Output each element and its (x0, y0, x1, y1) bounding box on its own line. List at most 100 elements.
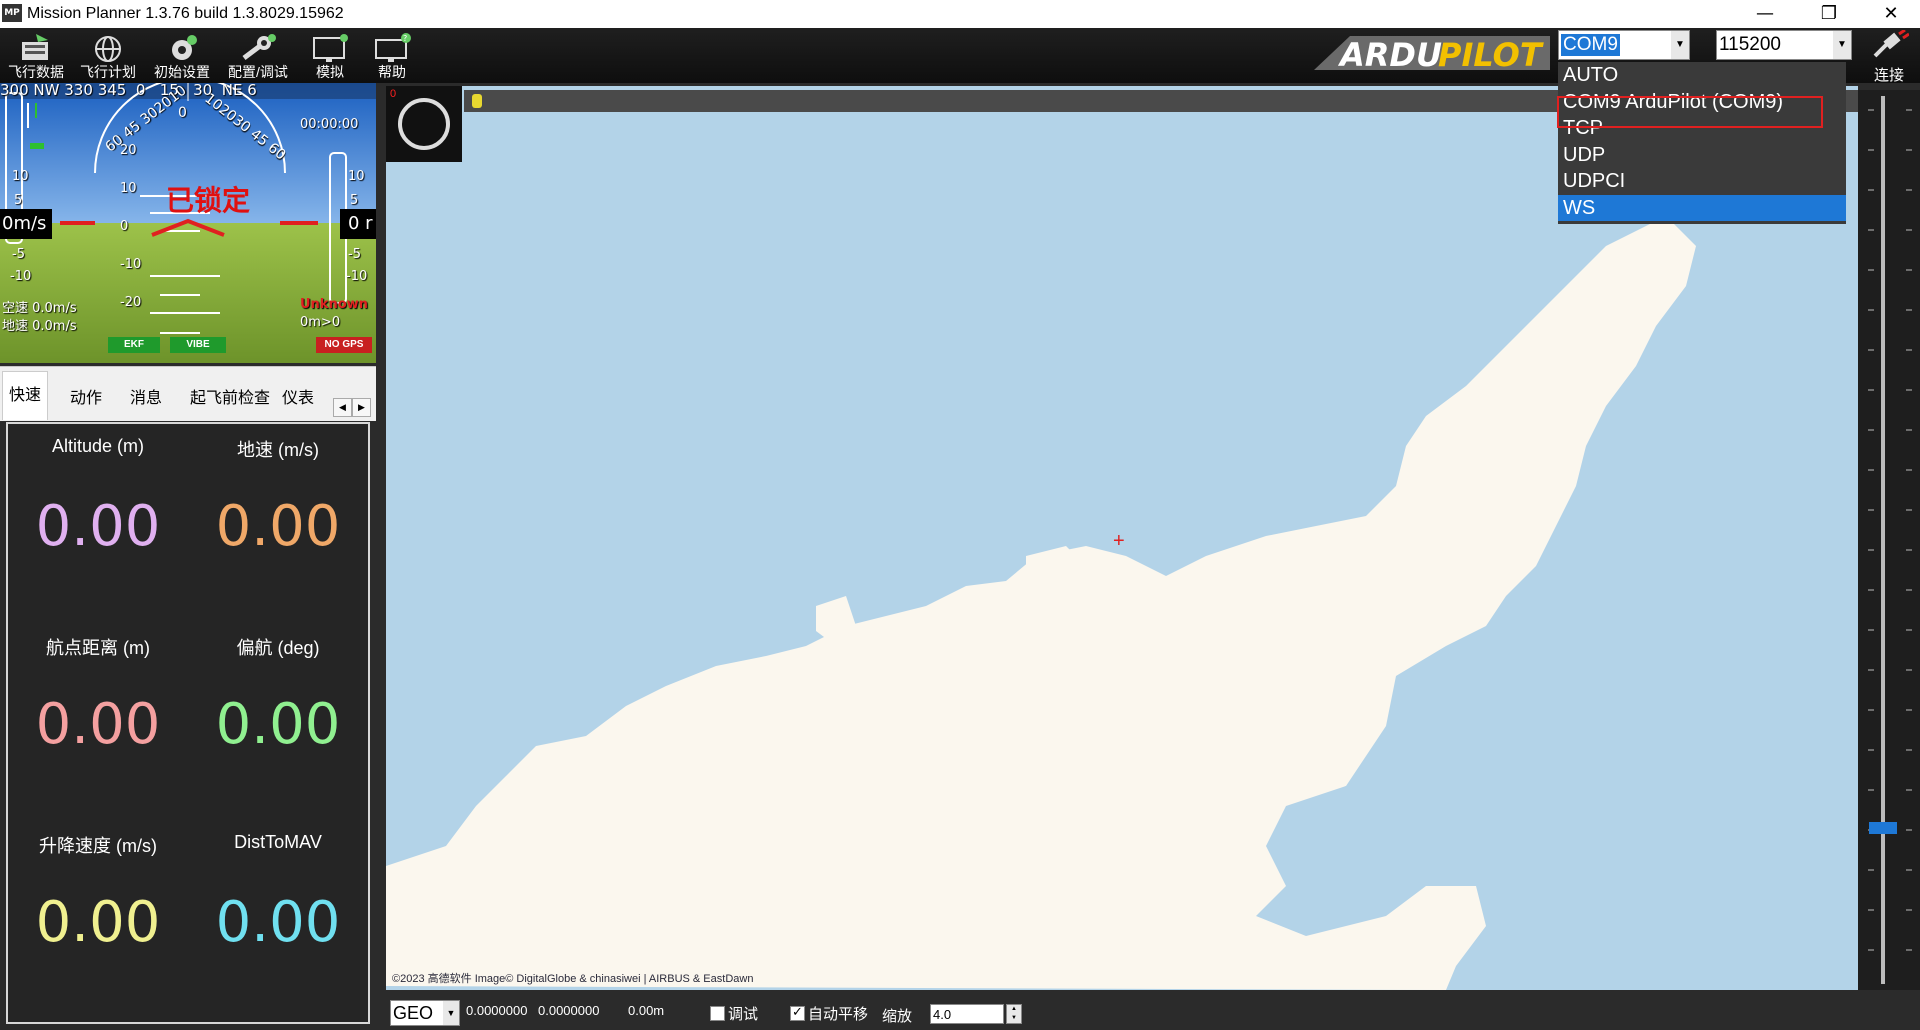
auto-pan-label: 自动平移 (808, 1006, 869, 1023)
slider-knob[interactable] (472, 94, 482, 108)
quick-item-dist-to-mav[interactable]: DistToMAV 0.00 (188, 832, 368, 955)
latitude-readout: 0.0000000 (466, 1003, 528, 1018)
zoom-slider-thumb[interactable] (1869, 822, 1897, 834)
port-option-com9[interactable]: COM9 ArduPilot (COM9) (1558, 89, 1846, 116)
simulation-button[interactable]: 模拟 (298, 30, 362, 82)
pitch-label-0: 0 (120, 219, 129, 234)
ekf-badge[interactable]: EKF (108, 337, 160, 353)
help-button[interactable]: ? 帮助 (360, 30, 424, 82)
initial-setup-icon (172, 35, 197, 60)
flight-data-icon (22, 34, 48, 60)
help-label: 帮助 (378, 64, 406, 80)
pitch-label-minus20: -20 (120, 295, 142, 310)
flight-data-button[interactable]: 飞行数据 (4, 30, 68, 82)
quick-item-climb-rate[interactable]: 升降速度 (m/s) 0.00 (8, 832, 188, 955)
port-option-udpci[interactable]: UDPCI (1558, 168, 1846, 195)
vibe-badge[interactable]: VIBE (170, 337, 226, 353)
port-option-tcp[interactable]: TCP (1558, 115, 1846, 142)
hud-distance: 0m>0 (300, 315, 341, 330)
map-crosshair: + (1113, 530, 1125, 552)
help-icon: ? (375, 33, 411, 62)
title-bar: MP Mission Planner 1.3.76 build 1.3.8029… (0, 0, 1920, 28)
app-icon: MP (2, 4, 22, 22)
longitude-readout: 0.0000000 (538, 1003, 600, 1018)
map-status-bar: GEO ▼ 0.0000000 0.0000000 0.00m 调试 自动平移 … (386, 994, 1920, 1030)
quick-value: 0.00 (215, 890, 341, 955)
compass-widget: 0 (386, 86, 462, 162)
tab-actions[interactable]: 动作 (64, 379, 108, 419)
chevron-down-icon[interactable]: ▼ (1833, 31, 1851, 59)
port-dropdown-list: AUTO COM9 ArduPilot (COM9) TCP UDP UDPCI… (1558, 62, 1846, 224)
ardupilot-logo: ARDU PILOT (1314, 36, 1550, 74)
hud-speed-readout: 0m/s (2, 213, 47, 234)
svg-text:?: ? (403, 34, 407, 43)
map-copyright: ©2023 高德软件 Image© DigitalGlobe & chinasi… (392, 973, 754, 985)
pitch-label-20: 20 (120, 143, 137, 158)
initial-setup-button[interactable]: 初始设置 (150, 30, 214, 82)
quick-item-altitude[interactable]: Altitude (m) 0.00 (8, 436, 188, 559)
coord-system-select[interactable]: GEO ▼ (390, 1000, 460, 1026)
chevron-right-icon[interactable]: ▶ (352, 398, 371, 417)
svg-text:ARDU: ARDU (1337, 36, 1442, 74)
pitch-label-minus10: -10 (120, 257, 142, 272)
chevron-down-icon[interactable]: ▼ (443, 1001, 459, 1025)
quick-value: 0.00 (35, 692, 161, 757)
tab-preflight[interactable]: 起飞前检查 (184, 379, 276, 419)
compass-ring-icon (398, 98, 450, 150)
quick-item-wp-distance[interactable]: 航点距离 (m) 0.00 (8, 634, 188, 757)
quick-label: DistToMAV (234, 832, 322, 852)
altitude-readout: 0.00m (628, 1003, 665, 1018)
quick-value: 0.00 (215, 494, 341, 559)
quick-label: 偏航 (deg) (236, 638, 320, 658)
debug-checkbox[interactable] (710, 1006, 725, 1021)
zoom-input[interactable] (930, 1004, 1004, 1024)
hud-mode: Unknown (300, 297, 368, 312)
alt-scale-5: 5 (350, 193, 359, 208)
connect-plug-icon (1873, 28, 1910, 58)
tab-quick[interactable]: 快速 (2, 371, 49, 420)
compass-zero: 0 (390, 88, 397, 100)
quick-label: 升降速度 (m/s) (39, 836, 157, 856)
chevron-down-icon[interactable]: ▼ (1671, 31, 1689, 59)
config-tuning-icon (242, 34, 276, 60)
connect-button[interactable]: 连接 (1860, 28, 1918, 84)
flight-plan-icon (95, 36, 121, 62)
svg-text:PILOT: PILOT (1438, 36, 1544, 74)
hud-groundspeed: 地速 0.0m/s (2, 319, 77, 334)
quick-item-groundspeed[interactable]: 地速 (m/s) 0.00 (188, 436, 368, 559)
chevron-left-icon[interactable]: ◀ (333, 398, 352, 417)
quick-item-yaw[interactable]: 偏航 (deg) 0.00 (188, 634, 368, 757)
quick-label: Altitude (m) (51, 436, 145, 456)
auto-pan-checkbox[interactable] (790, 1004, 805, 1021)
baud-select[interactable]: 115200 ▼ (1716, 30, 1852, 60)
hud-status-text: 已锁定 (166, 185, 251, 216)
flight-data-label: 飞行数据 (8, 64, 64, 80)
config-tuning-button[interactable]: 配置/调试 (226, 30, 290, 82)
quick-value: 0.00 (215, 692, 341, 757)
zoom-slider-track[interactable] (1881, 96, 1885, 984)
alt-scale-minus5: -5 (348, 247, 361, 262)
baud-select-value: 115200 (1719, 34, 1781, 55)
quick-label: 地速 (m/s) (237, 440, 319, 460)
hud-alt-readout: 0 r (348, 213, 373, 234)
speed-scale-minus10: -10 (10, 269, 32, 284)
simulation-icon (313, 34, 348, 62)
port-option-udp[interactable]: UDP (1558, 142, 1846, 169)
quick-value: 0.00 (35, 494, 161, 559)
hud-airspeed: 空速 0.0m/s (2, 301, 77, 316)
port-option-ws[interactable]: WS (1558, 194, 1846, 221)
port-select[interactable]: COM9 ▼ (1558, 30, 1690, 60)
flight-plan-button[interactable]: 飞行计划 (76, 30, 140, 82)
connect-label: 连接 (1873, 67, 1904, 84)
port-option-auto[interactable]: AUTO (1558, 62, 1846, 89)
tab-gauges[interactable]: 仪表 (276, 379, 320, 419)
alt-scale-10: 10 (348, 169, 365, 184)
restore-button[interactable]: ❐ (1806, 0, 1852, 28)
close-button[interactable]: ✕ (1868, 0, 1914, 28)
tab-messages[interactable]: 消息 (124, 379, 168, 419)
minimize-button[interactable]: — (1742, 0, 1788, 28)
alt-scale-minus10: -10 (346, 269, 368, 284)
flight-plan-label: 飞行计划 (80, 64, 136, 80)
initial-setup-label: 初始设置 (154, 64, 210, 80)
zoom-spinner[interactable]: ▲ ▼ (1006, 1004, 1022, 1024)
